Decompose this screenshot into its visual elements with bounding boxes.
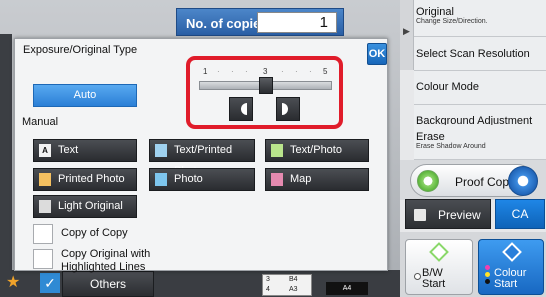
exposure-highlight-frame <box>186 56 343 129</box>
type-map-button[interactable]: Map <box>265 168 369 191</box>
type-photo-button[interactable]: Photo <box>149 168 255 191</box>
clear-all-button[interactable]: CA <box>495 199 545 229</box>
preview-button[interactable]: Preview <box>405 199 491 229</box>
star-icon[interactable]: ★ <box>6 272 20 292</box>
manual-label: Manual <box>22 116 59 128</box>
type-text-printed-photo-button[interactable]: Text/Printed Photo <box>149 139 255 177</box>
expand-arrow-icon: ▶ <box>403 26 410 36</box>
copy-of-copy-checkbox[interactable] <box>33 224 53 244</box>
type-printed-photo-button[interactable]: Printed Photo <box>33 168 137 191</box>
type-text-button[interactable]: A Text <box>33 139 137 162</box>
proof-copy-icon <box>417 170 439 192</box>
left-tab-strip <box>0 34 12 274</box>
printed-photo-icon <box>39 173 51 186</box>
text-printed-photo-icon <box>155 144 167 157</box>
auto-button[interactable]: Auto <box>33 84 137 107</box>
check-icon[interactable]: ✓ <box>40 273 60 293</box>
bw-start-button[interactable]: B/W Start <box>405 239 473 295</box>
erase-button[interactable]: Erase Erase Shadow Around <box>414 125 546 160</box>
scan-resolution-button[interactable]: Select Scan Resolution <box>414 37 546 71</box>
paper-tray-icon[interactable]: 3 4 B4 A3 <box>262 274 312 296</box>
bw-start-icon <box>429 242 449 262</box>
light-original-icon <box>39 200 51 213</box>
copies-bar: No. of copies 1 <box>176 8 344 36</box>
colour-start-button[interactable]: Colour Start <box>478 239 544 295</box>
copies-input[interactable]: 1 <box>257 12 337 33</box>
type-light-original-button[interactable]: Light Original <box>33 195 137 218</box>
colour-mode-button[interactable]: Colour Mode <box>414 71 546 105</box>
blue-round-icon[interactable] <box>508 166 538 196</box>
bw-dot-icon <box>414 273 421 280</box>
ok-button[interactable]: OK <box>367 43 387 65</box>
dialog-title: Exposure/Original Type <box>23 44 138 56</box>
original-button[interactable]: Original Change Size/Direction. <box>414 0 546 37</box>
preview-icon <box>414 209 426 221</box>
photo-icon <box>155 173 167 186</box>
paper-size-badge: A4 <box>326 282 368 295</box>
map-icon <box>271 173 283 186</box>
colour-dots-icon <box>485 265 491 286</box>
highlighted-lines-checkbox[interactable] <box>33 249 53 269</box>
text-icon: A <box>39 144 51 157</box>
copies-label: No. of copies <box>186 16 268 31</box>
text-photo-icon <box>271 144 283 157</box>
colour-start-icon <box>502 242 522 262</box>
type-text-photo-button[interactable]: Text/Photo <box>265 139 369 162</box>
expand-arrow[interactable]: ▶ <box>400 0 414 70</box>
others-button[interactable]: Others <box>62 271 154 297</box>
